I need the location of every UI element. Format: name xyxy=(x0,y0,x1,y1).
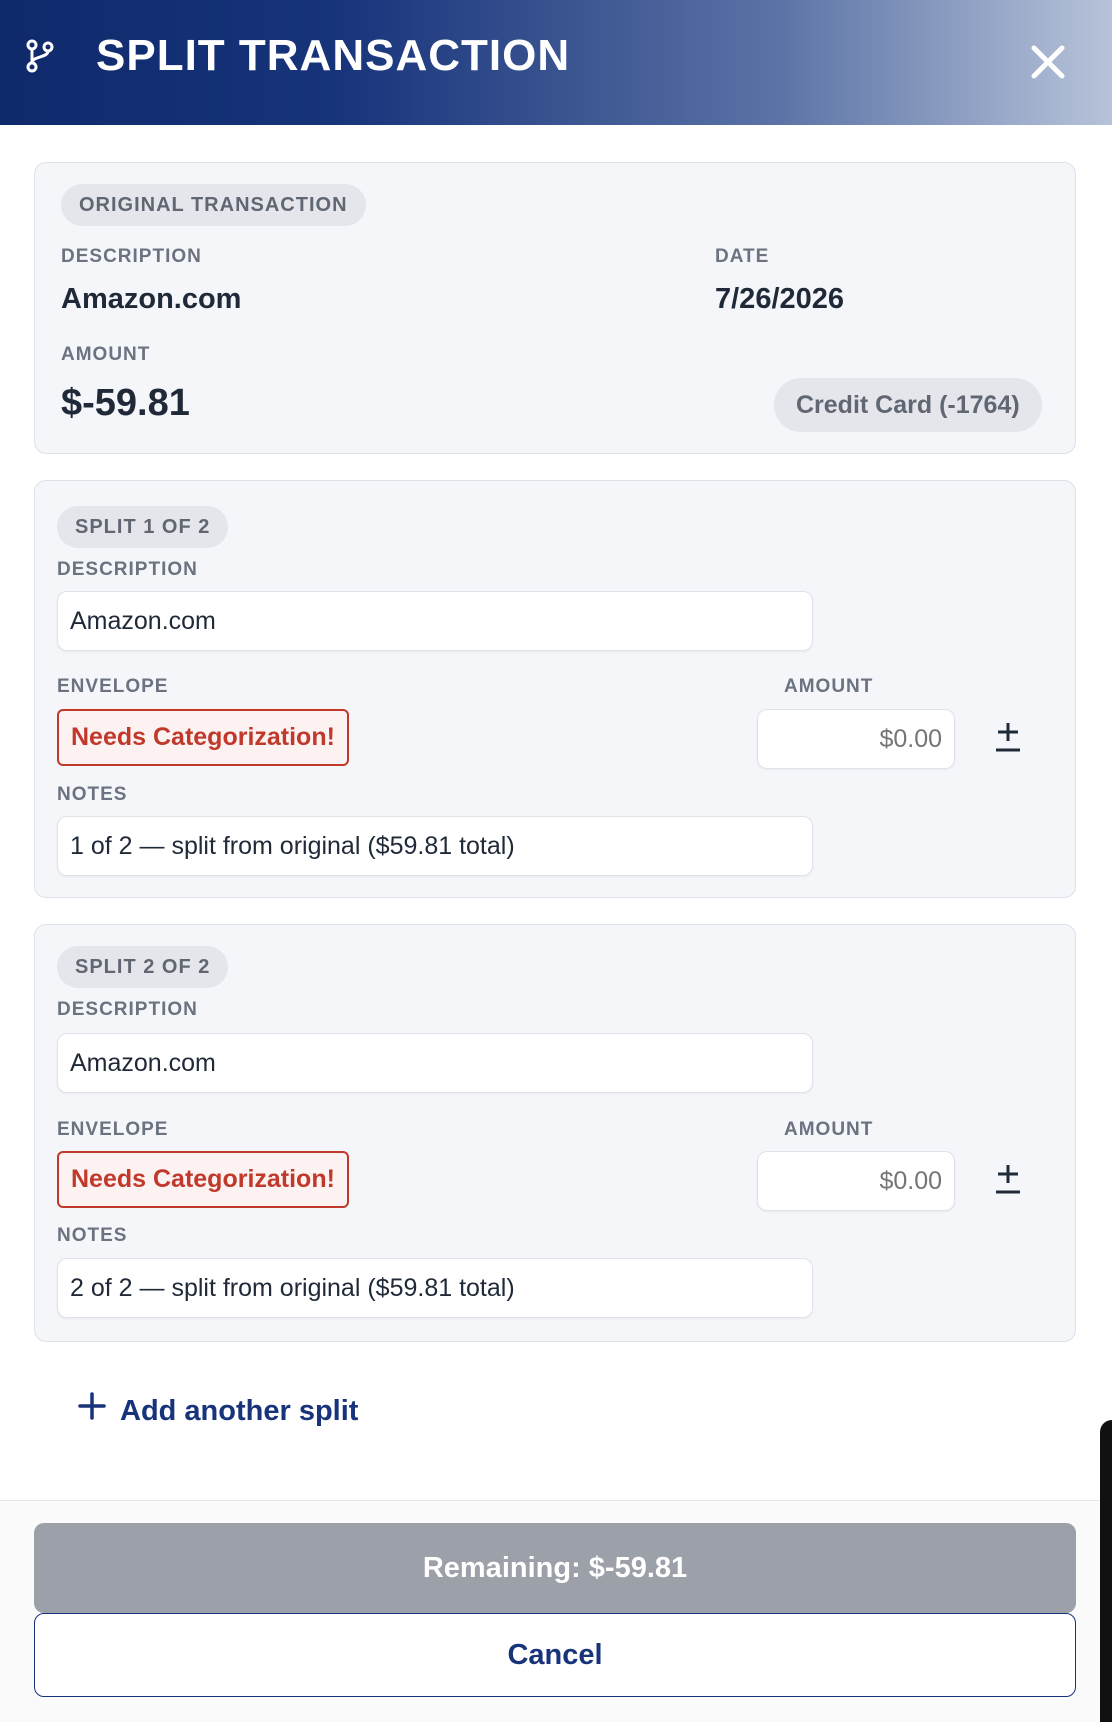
branch-icon xyxy=(24,38,56,74)
envelope-label: ENVELOPE xyxy=(57,1119,169,1140)
plus-icon xyxy=(78,1387,120,1435)
split-description-input[interactable] xyxy=(57,1033,813,1093)
envelope-label: ENVELOPE xyxy=(57,676,169,697)
split-amount-input[interactable] xyxy=(757,1151,955,1211)
sheet-footer: Remaining: $-59.81 Cancel xyxy=(0,1500,1112,1722)
split-amount-input[interactable] xyxy=(757,709,955,769)
original-amount: $-59.81 xyxy=(61,382,190,424)
envelope-select-button[interactable]: Needs Categorization! xyxy=(57,709,349,766)
notes-label: NOTES xyxy=(57,784,128,805)
notes-label: NOTES xyxy=(57,1225,128,1246)
split-card-2: SPLIT 2 OF 2 DESCRIPTION ENVELOPE Needs … xyxy=(34,924,1076,1342)
device-edge xyxy=(1100,1420,1112,1722)
add-split-button[interactable]: Add another split xyxy=(78,1387,358,1435)
split-transaction-sheet: SPLIT TRANSACTION ORIGINAL TRANSACTION D… xyxy=(0,0,1112,1722)
split-notes-input[interactable] xyxy=(57,816,813,876)
date-label: DATE xyxy=(715,246,770,267)
plus-minus-icon xyxy=(990,723,1026,761)
sheet-content: ORIGINAL TRANSACTION DESCRIPTION Amazon.… xyxy=(0,125,1112,1500)
plus-minus-icon xyxy=(990,1165,1026,1203)
original-description: Amazon.com xyxy=(61,283,242,315)
plus-minus-toggle[interactable] xyxy=(990,1160,1026,1200)
split-description-label: DESCRIPTION xyxy=(57,559,198,580)
split-notes-input[interactable] xyxy=(57,1258,813,1318)
original-transaction-card: ORIGINAL TRANSACTION DESCRIPTION Amazon.… xyxy=(34,162,1076,454)
add-split-label: Add another split xyxy=(120,1395,359,1427)
sheet-header: SPLIT TRANSACTION xyxy=(0,0,1112,125)
close-icon xyxy=(1024,45,1072,89)
split-badge: SPLIT 2 OF 2 xyxy=(57,946,229,988)
amount-label: AMOUNT xyxy=(61,344,151,365)
close-button[interactable] xyxy=(1024,38,1072,86)
page-title: SPLIT TRANSACTION xyxy=(96,31,571,80)
split-amount-label: AMOUNT xyxy=(784,1119,874,1140)
envelope-select-button[interactable]: Needs Categorization! xyxy=(57,1151,349,1208)
split-amount-label: AMOUNT xyxy=(784,676,874,697)
split-badge: SPLIT 1 OF 2 xyxy=(57,506,229,548)
split-description-input[interactable] xyxy=(57,591,813,651)
plus-minus-toggle[interactable] xyxy=(990,718,1026,758)
split-description-label: DESCRIPTION xyxy=(57,999,198,1020)
split-card-1: SPLIT 1 OF 2 DESCRIPTION ENVELOPE Needs … xyxy=(34,480,1076,898)
original-transaction-badge: ORIGINAL TRANSACTION xyxy=(61,184,366,226)
cancel-button[interactable]: Cancel xyxy=(34,1613,1076,1697)
account-badge: Credit Card (-1764) xyxy=(774,378,1042,432)
original-date: 7/26/2026 xyxy=(715,283,845,315)
remaining-save-button[interactable]: Remaining: $-59.81 xyxy=(34,1523,1076,1613)
description-label: DESCRIPTION xyxy=(61,246,202,267)
